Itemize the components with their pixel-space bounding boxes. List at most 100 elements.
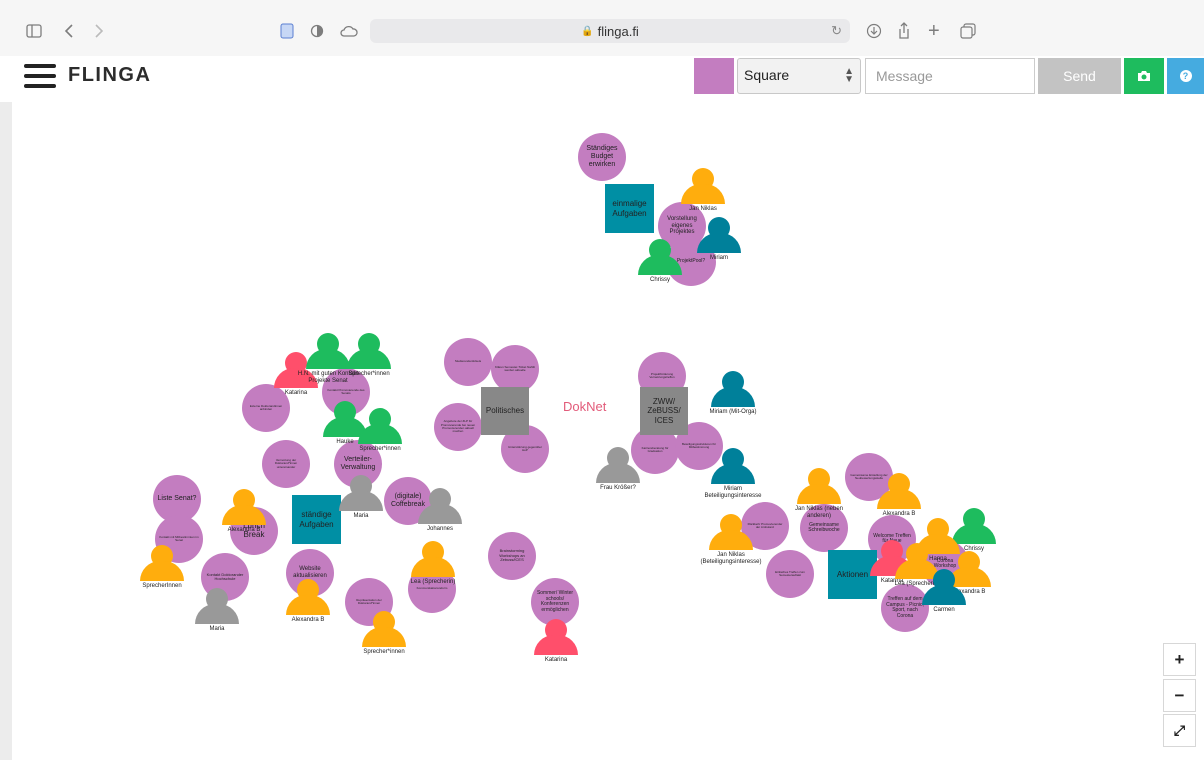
- menu-icon[interactable]: [24, 64, 56, 90]
- person-avatar-icon[interactable]: [306, 333, 350, 369]
- lock-icon: 🔒: [581, 25, 594, 37]
- person-avatar-icon[interactable]: [339, 475, 383, 511]
- back-icon[interactable]: [64, 20, 74, 42]
- person-avatar-icon[interactable]: [418, 488, 462, 524]
- person-name-label: Sprecher*innen: [348, 371, 390, 377]
- person-avatar-icon[interactable]: [681, 168, 725, 204]
- category-square[interactable]: einmalige Aufgaben: [605, 184, 654, 233]
- note[interactable]: Brainstorming Workshops an Zebuss/ICES: [488, 532, 536, 580]
- avatar-body: [922, 585, 966, 605]
- color-picker[interactable]: [694, 58, 734, 94]
- person-avatar-icon[interactable]: [140, 545, 184, 581]
- person-name-label: Maria: [209, 626, 225, 632]
- person-avatar-icon[interactable]: [286, 579, 330, 615]
- person-avatar-icon[interactable]: [362, 611, 406, 647]
- person-name-label: Frau Krößer?: [600, 485, 636, 491]
- camera-icon: [1138, 71, 1150, 81]
- avatar-body: [596, 463, 640, 483]
- person-avatar-icon[interactable]: [596, 447, 640, 483]
- person-name-label: Chrissy: [649, 277, 670, 283]
- note[interactable]: Studierendentickets: [444, 338, 492, 386]
- tabs-overview-icon[interactable]: [960, 20, 976, 42]
- person-avatar-icon[interactable]: [711, 371, 755, 407]
- avatar-body: [711, 387, 755, 407]
- person-avatar-icon[interactable]: [195, 588, 239, 624]
- avatar-body: [418, 504, 462, 524]
- avatar-body: [411, 557, 455, 577]
- person-name-label: Miriam (Mit-Orga): [709, 409, 757, 415]
- avatar-body: [140, 561, 184, 581]
- camera-button[interactable]: [1124, 58, 1164, 94]
- person-name-label: Alexandra B: [227, 527, 261, 533]
- person-name-label: Jan Niklas (neben anderen): [794, 506, 844, 519]
- address-bar[interactable]: 🔒 flinga.fi ↻: [370, 19, 850, 43]
- person-name-label: Johannes: [426, 526, 454, 532]
- cloud-icon[interactable]: [340, 20, 358, 42]
- person-name-label: Alexandra B: [882, 511, 916, 517]
- person-avatar-icon[interactable]: [709, 514, 753, 550]
- note[interactable]: Klären Semester-Ticket Nahtlt werden akt…: [491, 345, 539, 393]
- zoom-out-button[interactable]: −: [1163, 679, 1196, 712]
- person-avatar-icon[interactable]: [877, 473, 921, 509]
- avatar-body: [709, 530, 753, 550]
- person-name-label: Katarina: [284, 390, 308, 396]
- person-avatar-icon[interactable]: [916, 518, 960, 554]
- avatar-body: [358, 424, 402, 444]
- shape-select[interactable]: Square ▲ ▼: [737, 58, 861, 94]
- shape-selected-value: Square: [744, 67, 790, 83]
- person-name-label: Carmen: [933, 607, 955, 613]
- person-avatar-icon[interactable]: [411, 541, 455, 577]
- person-name-label: Katarina: [544, 657, 568, 663]
- person-avatar-icon[interactable]: [638, 239, 682, 275]
- person-name-label: Lea (Sprecherin): [410, 579, 456, 585]
- new-tab-icon[interactable]: +: [928, 20, 940, 42]
- person-name-label: SprecherInnen: [142, 583, 182, 589]
- send-button[interactable]: Send: [1038, 58, 1121, 94]
- avatar-body: [711, 464, 755, 484]
- avatar-body: [638, 255, 682, 275]
- avatar-body: [306, 349, 350, 369]
- person-avatar-icon[interactable]: [534, 619, 578, 655]
- person-name-label: Sprecher*innen: [359, 446, 401, 452]
- note[interactable]: Einfaches Treffen zum Semesterauftakt: [766, 550, 814, 598]
- avatar-body: [339, 491, 383, 511]
- center-title[interactable]: DokNet: [563, 399, 606, 414]
- forward-icon[interactable]: [94, 20, 104, 42]
- person-name-label: Jan Niklas: [689, 206, 717, 212]
- person-avatar-icon[interactable]: [711, 448, 755, 484]
- page-icon[interactable]: [280, 20, 294, 42]
- message-input[interactable]: [865, 58, 1035, 94]
- note[interactable]: Vernetzung der Doktorand*innen untereina…: [262, 440, 310, 488]
- person-name-label: Jan Niklas (Beteiligungsinteresse): [700, 552, 762, 565]
- board-left-edge: [0, 102, 12, 760]
- avatar-body: [534, 635, 578, 655]
- reload-icon[interactable]: ↻: [831, 23, 842, 39]
- note[interactable]: Ständiges Budget erwirken: [578, 133, 626, 181]
- note[interactable]: Angebote der ZLP für Promovierende bei n…: [434, 403, 482, 451]
- url-text: flinga.fi: [597, 23, 639, 39]
- person-avatar-icon[interactable]: [347, 333, 391, 369]
- category-square[interactable]: ZWW/ ZeBUSS/ ICES: [640, 387, 688, 435]
- avatar-body: [347, 349, 391, 369]
- person-avatar-icon[interactable]: [358, 408, 402, 444]
- browser-toolbar: 🔒 flinga.fi ↻ +: [0, 0, 1204, 56]
- sidebar-toggle-icon[interactable]: [26, 20, 42, 42]
- person-avatar-icon[interactable]: [922, 569, 966, 605]
- help-button[interactable]: ?: [1167, 58, 1204, 94]
- select-arrows-icon: ▲ ▼: [844, 66, 854, 85]
- person-name-label: Sprecher*innen: [363, 649, 405, 655]
- category-square[interactable]: Politisches: [481, 387, 529, 435]
- person-name-label: Alexandra B: [291, 617, 325, 623]
- person-avatar-icon[interactable]: [697, 217, 741, 253]
- privacy-shield-icon[interactable]: [310, 20, 324, 42]
- download-icon[interactable]: [866, 20, 882, 42]
- person-avatar-icon[interactable]: [797, 468, 841, 504]
- fit-screen-button[interactable]: ⤢: [1163, 714, 1196, 747]
- zoom-in-button[interactable]: +: [1163, 643, 1196, 676]
- share-icon[interactable]: [897, 20, 911, 42]
- avatar-body: [797, 484, 841, 504]
- avatar-body: [222, 505, 266, 525]
- person-avatar-icon[interactable]: [222, 489, 266, 525]
- person-name-label: Maria: [353, 513, 369, 519]
- app-logo: FLINGA: [68, 64, 152, 86]
